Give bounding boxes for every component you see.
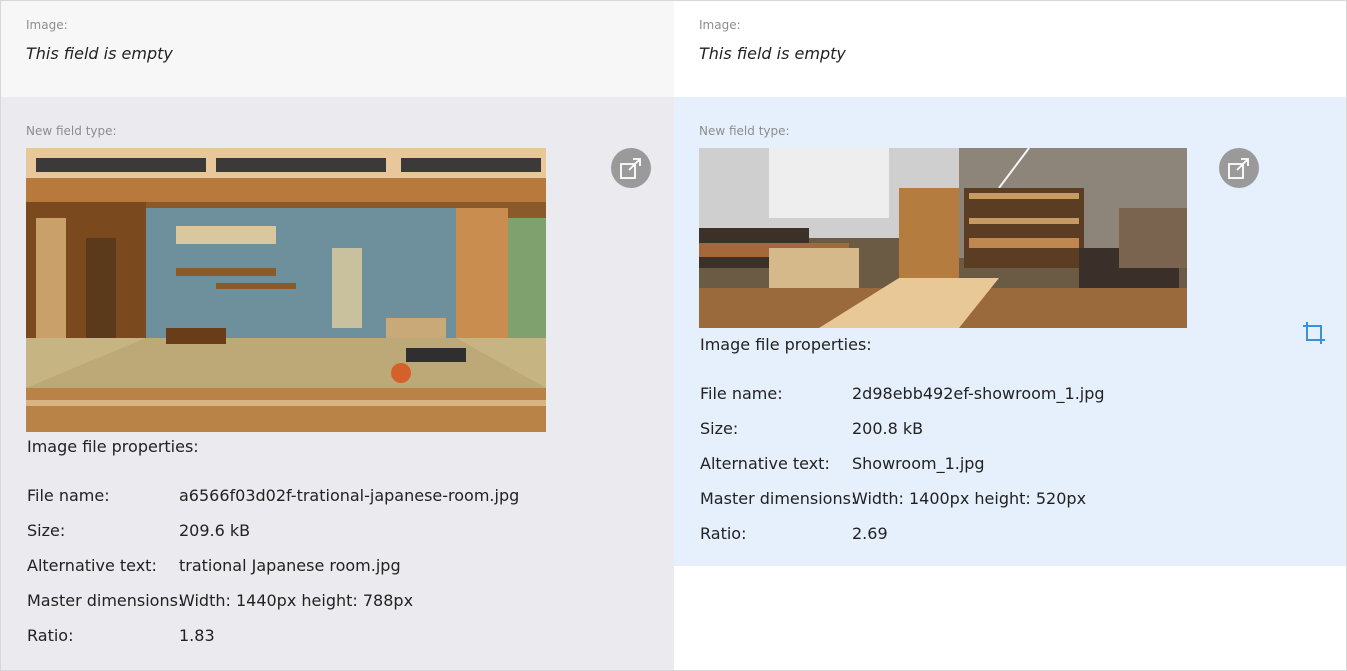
property-key: File name:: [700, 384, 783, 403]
property-key: Master dimensions:: [27, 591, 184, 610]
crop-button[interactable]: [1301, 320, 1327, 350]
comparison-view: Image: This field is empty New field typ…: [0, 0, 1347, 671]
expand-icon: [620, 158, 641, 179]
image-file-properties: Image file properties: File name: a6566f…: [27, 435, 519, 659]
new-field-section: New field type: Image file properties: F…: [1, 97, 674, 670]
property-key: Size:: [27, 521, 66, 540]
showroom-image: [699, 148, 1187, 328]
property-key: Ratio:: [700, 524, 747, 543]
right-panel: Image: This field is empty New field typ…: [674, 1, 1346, 670]
expand-button[interactable]: [611, 148, 651, 188]
image-file-properties: Image file properties: File name: 2d98eb…: [700, 333, 1105, 557]
property-row-alt-text: Alternative text: Showroom_1.jpg: [700, 452, 1105, 487]
property-value: trational Japanese room.jpg: [179, 556, 401, 575]
property-value: a6566f03d02f-trational-japanese-room.jpg: [179, 486, 520, 505]
property-value: 1.83: [179, 626, 215, 645]
left-panel: Image: This field is empty New field typ…: [1, 1, 674, 670]
image-field-label: Image:: [26, 18, 68, 32]
property-row-ratio: Ratio: 2.69: [700, 522, 1105, 557]
image-field-label: Image:: [699, 18, 741, 32]
new-field-type-label: New field type:: [699, 124, 790, 138]
property-key: Alternative text:: [700, 454, 830, 473]
property-row-size: Size: 209.6 kB: [27, 519, 519, 554]
property-row-size: Size: 200.8 kB: [700, 417, 1105, 452]
property-row-alt-text: Alternative text: trational Japanese roo…: [27, 554, 519, 589]
crop-icon: [1303, 322, 1325, 344]
property-row-file-name: File name: 2d98ebb492ef-showroom_1.jpg: [700, 382, 1105, 417]
property-row-dimensions: Master dimensions: Width: 1440px height:…: [27, 589, 519, 624]
property-key: Master dimensions:: [700, 489, 857, 508]
property-value: Showroom_1.jpg: [852, 454, 985, 473]
japanese-room-image: [26, 148, 546, 432]
property-key: Ratio:: [27, 626, 74, 645]
image-field-section: Image: This field is empty: [1, 1, 674, 97]
empty-field-text: This field is empty: [26, 44, 173, 63]
new-field-section: New field type: Image file properties: F…: [674, 97, 1346, 566]
new-field-type-label: New field type:: [26, 124, 117, 138]
properties-heading: Image file properties:: [700, 335, 872, 354]
image-field-section: Image: This field is empty: [674, 1, 1346, 97]
property-value: 2.69: [852, 524, 888, 543]
empty-field-text: This field is empty: [699, 44, 846, 63]
property-row-file-name: File name: a6566f03d02f-trational-japane…: [27, 484, 519, 519]
property-value: 2d98ebb492ef-showroom_1.jpg: [852, 384, 1105, 403]
property-key: File name:: [27, 486, 110, 505]
property-value: Width: 1440px height: 788px: [179, 591, 414, 610]
property-value: 200.8 kB: [852, 419, 924, 438]
property-value: Width: 1400px height: 520px: [852, 489, 1087, 508]
expand-button[interactable]: [1219, 148, 1259, 188]
expand-icon: [1228, 158, 1249, 179]
property-key: Alternative text:: [27, 556, 157, 575]
property-row-dimensions: Master dimensions: Width: 1400px height:…: [700, 487, 1105, 522]
property-key: Size:: [700, 419, 739, 438]
image-preview[interactable]: [699, 148, 1187, 328]
properties-heading: Image file properties:: [27, 437, 199, 456]
property-row-ratio: Ratio: 1.83: [27, 624, 519, 659]
property-value: 209.6 kB: [179, 521, 251, 540]
image-preview[interactable]: [26, 148, 546, 432]
